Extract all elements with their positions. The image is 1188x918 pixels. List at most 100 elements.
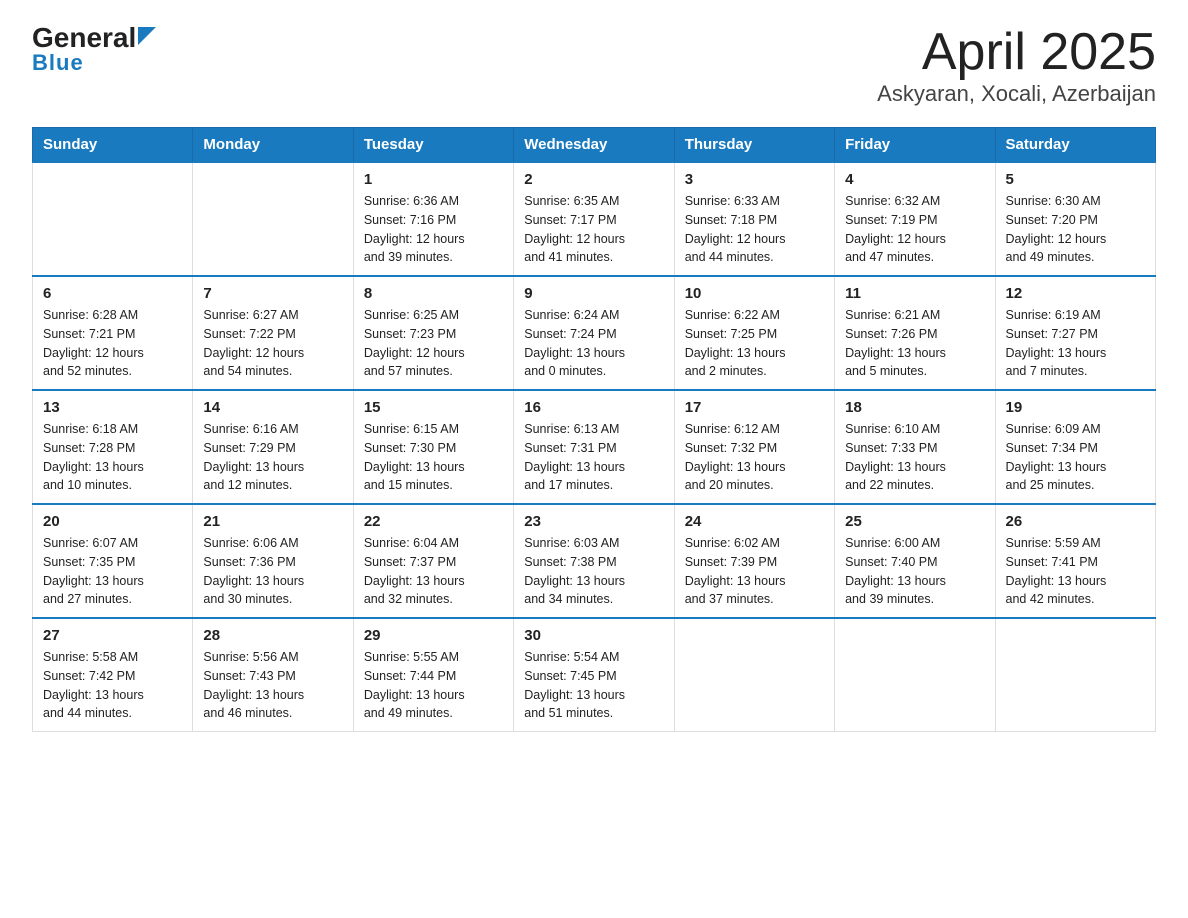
calendar-cell: 13Sunrise: 6:18 AMSunset: 7:28 PMDayligh… (33, 390, 193, 504)
calendar-cell: 2Sunrise: 6:35 AMSunset: 7:17 PMDaylight… (514, 162, 674, 276)
day-info: Sunrise: 6:25 AMSunset: 7:23 PMDaylight:… (364, 306, 503, 381)
calendar-cell: 28 Sunrise: 5:56 AMSunset: 7:43 PMDayligh… (193, 618, 353, 732)
day-info: Sunrise: 5:56 AMSunset: 7:43 PMDaylight:… (203, 648, 342, 723)
calendar-cell: 29 Sunrise: 5:55 AMSunset: 7:44 PMDayligh… (353, 618, 513, 732)
calendar-cell (835, 618, 995, 732)
day-info: Sunrise: 6:15 AMSunset: 7:30 PMDaylight:… (364, 420, 503, 495)
calendar-cell: 8 Sunrise: 6:25 AMSunset: 7:23 PMDaylight… (353, 276, 513, 390)
day-info: Sunrise: 5:59 AMSunset: 7:41 PMDaylight:… (1006, 534, 1145, 609)
calendar-cell: 5 Sunrise: 6:30 AMSunset: 7:20 PMDaylight… (995, 162, 1155, 276)
day-number: 6 (43, 285, 182, 302)
calendar-cell: 10 Sunrise: 6:22 AMSunset: 7:25 PMDayligh… (674, 276, 834, 390)
calendar-cell: 15Sunrise: 6:15 AMSunset: 7:30 PMDayligh… (353, 390, 513, 504)
calendar-week-row: 20Sunrise: 6:07 AMSunset: 7:35 PMDayligh… (33, 504, 1156, 618)
day-number: 10 (685, 285, 824, 302)
day-info: Sunrise: 6:30 AMSunset: 7:20 PMDaylight:… (1006, 192, 1145, 267)
calendar-cell: 16 Sunrise: 6:13 AMSunset: 7:31 PMDayligh… (514, 390, 674, 504)
calendar-cell: 14 Sunrise: 6:16 AMSunset: 7:29 PMDayligh… (193, 390, 353, 504)
weekday-header-row: SundayMondayTuesdayWednesdayThursdayFrid… (33, 128, 1156, 163)
page-title: April 2025 (877, 24, 1156, 81)
day-number: 25 (845, 513, 984, 530)
day-info: Sunrise: 6:04 AMSunset: 7:37 PMDaylight:… (364, 534, 503, 609)
weekday-header-tuesday: Tuesday (353, 128, 513, 163)
weekday-header-saturday: Saturday (995, 128, 1155, 163)
calendar-cell: 30 Sunrise: 5:54 AMSunset: 7:45 PMDayligh… (514, 618, 674, 732)
day-number: 12 (1006, 285, 1145, 302)
day-info: Sunrise: 6:06 AMSunset: 7:36 PMDaylight:… (203, 534, 342, 609)
title-block: April 2025 Askyaran, Xocali, Azerbaijan (877, 24, 1156, 107)
calendar-cell: 25Sunrise: 6:00 AMSunset: 7:40 PMDayligh… (835, 504, 995, 618)
day-info: Sunrise: 6:09 AMSunset: 7:34 PMDaylight:… (1006, 420, 1145, 495)
calendar-cell: 6 Sunrise: 6:28 AMSunset: 7:21 PMDaylight… (33, 276, 193, 390)
calendar-cell: 11 Sunrise: 6:21 AMSunset: 7:26 PMDayligh… (835, 276, 995, 390)
day-info: Sunrise: 6:33 AMSunset: 7:18 PMDaylight:… (685, 192, 824, 267)
day-number: 8 (364, 285, 503, 302)
calendar-cell: 3 Sunrise: 6:33 AMSunset: 7:18 PMDaylight… (674, 162, 834, 276)
calendar-cell: 18Sunrise: 6:10 AMSunset: 7:33 PMDayligh… (835, 390, 995, 504)
logo: General Blue (32, 24, 160, 76)
day-info: Sunrise: 6:32 AMSunset: 7:19 PMDaylight:… (845, 192, 984, 267)
day-number: 29 (364, 627, 503, 644)
day-info: Sunrise: 6:13 AMSunset: 7:31 PMDaylight:… (524, 420, 663, 495)
day-number: 21 (203, 513, 342, 530)
calendar-cell (33, 162, 193, 276)
day-info: Sunrise: 6:10 AMSunset: 7:33 PMDaylight:… (845, 420, 984, 495)
day-info: Sunrise: 5:54 AMSunset: 7:45 PMDaylight:… (524, 648, 663, 723)
day-info: Sunrise: 6:36 AMSunset: 7:16 PMDaylight:… (364, 192, 503, 267)
day-info: Sunrise: 5:58 AMSunset: 7:42 PMDaylight:… (43, 648, 182, 723)
day-info: Sunrise: 6:28 AMSunset: 7:21 PMDaylight:… (43, 306, 182, 381)
day-number: 13 (43, 399, 182, 416)
day-number: 23 (524, 513, 663, 530)
day-info: Sunrise: 6:07 AMSunset: 7:35 PMDaylight:… (43, 534, 182, 609)
day-info: Sunrise: 6:19 AMSunset: 7:27 PMDaylight:… (1006, 306, 1145, 381)
calendar-cell: 27 Sunrise: 5:58 AMSunset: 7:42 PMDayligh… (33, 618, 193, 732)
calendar-cell: 9 Sunrise: 6:24 AMSunset: 7:24 PMDaylight… (514, 276, 674, 390)
day-info: Sunrise: 6:12 AMSunset: 7:32 PMDaylight:… (685, 420, 824, 495)
calendar-header: SundayMondayTuesdayWednesdayThursdayFrid… (33, 128, 1156, 163)
logo-blue-text: Blue (32, 50, 84, 76)
calendar-cell: 21 Sunrise: 6:06 AMSunset: 7:36 PMDayligh… (193, 504, 353, 618)
day-number: 3 (685, 171, 824, 188)
calendar-cell (674, 618, 834, 732)
day-number: 27 (43, 627, 182, 644)
weekday-header-sunday: Sunday (33, 128, 193, 163)
calendar-cell: 7Sunrise: 6:27 AMSunset: 7:22 PMDaylight… (193, 276, 353, 390)
day-number: 17 (685, 399, 824, 416)
weekday-header-thursday: Thursday (674, 128, 834, 163)
day-info: Sunrise: 6:16 AMSunset: 7:29 PMDaylight:… (203, 420, 342, 495)
calendar-week-row: 13Sunrise: 6:18 AMSunset: 7:28 PMDayligh… (33, 390, 1156, 504)
day-info: Sunrise: 6:02 AMSunset: 7:39 PMDaylight:… (685, 534, 824, 609)
calendar-cell: 17 Sunrise: 6:12 AMSunset: 7:32 PMDayligh… (674, 390, 834, 504)
day-number: 28 (203, 627, 342, 644)
day-number: 26 (1006, 513, 1145, 530)
day-number: 30 (524, 627, 663, 644)
calendar-cell: 26 Sunrise: 5:59 AMSunset: 7:41 PMDayligh… (995, 504, 1155, 618)
weekday-header-wednesday: Wednesday (514, 128, 674, 163)
day-number: 5 (1006, 171, 1145, 188)
page-header: General Blue April 2025 Askyaran, Xocali… (32, 24, 1156, 107)
calendar-week-row: 6 Sunrise: 6:28 AMSunset: 7:21 PMDaylight… (33, 276, 1156, 390)
day-number: 16 (524, 399, 663, 416)
day-info: Sunrise: 6:21 AMSunset: 7:26 PMDaylight:… (845, 306, 984, 381)
calendar-cell (193, 162, 353, 276)
calendar-cell: 19Sunrise: 6:09 AMSunset: 7:34 PMDayligh… (995, 390, 1155, 504)
logo-triangle-icon (138, 27, 160, 49)
calendar-cell: 4 Sunrise: 6:32 AMSunset: 7:19 PMDaylight… (835, 162, 995, 276)
page-subtitle: Askyaran, Xocali, Azerbaijan (877, 81, 1156, 107)
day-number: 24 (685, 513, 824, 530)
day-info: Sunrise: 5:55 AMSunset: 7:44 PMDaylight:… (364, 648, 503, 723)
day-number: 11 (845, 285, 984, 302)
day-number: 7 (203, 285, 342, 302)
calendar-cell: 23 Sunrise: 6:03 AMSunset: 7:38 PMDayligh… (514, 504, 674, 618)
weekday-header-friday: Friday (835, 128, 995, 163)
day-number: 14 (203, 399, 342, 416)
day-number: 9 (524, 285, 663, 302)
calendar-cell: 12 Sunrise: 6:19 AMSunset: 7:27 PMDayligh… (995, 276, 1155, 390)
calendar-cell: 1Sunrise: 6:36 AMSunset: 7:16 PMDaylight… (353, 162, 513, 276)
day-number: 4 (845, 171, 984, 188)
day-info: Sunrise: 6:22 AMSunset: 7:25 PMDaylight:… (685, 306, 824, 381)
day-info: Sunrise: 6:24 AMSunset: 7:24 PMDaylight:… (524, 306, 663, 381)
calendar-week-row: 1Sunrise: 6:36 AMSunset: 7:16 PMDaylight… (33, 162, 1156, 276)
day-info: Sunrise: 6:03 AMSunset: 7:38 PMDaylight:… (524, 534, 663, 609)
weekday-header-monday: Monday (193, 128, 353, 163)
